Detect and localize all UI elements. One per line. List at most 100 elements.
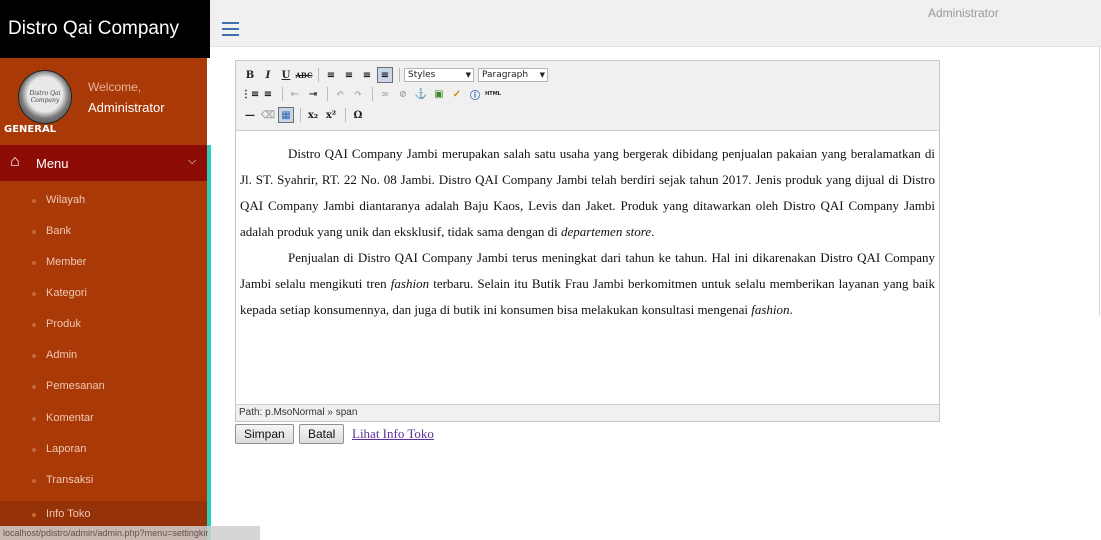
link-icon[interactable]: ∞ xyxy=(377,86,393,102)
home-icon: ⌂ xyxy=(10,153,20,170)
sidebar-item-info-toko[interactable]: Info Toko xyxy=(0,501,207,529)
status-bar-url: localhost/pdistro/admin/admin.php?menu=s… xyxy=(0,526,260,540)
sidebar-item-label: Produk xyxy=(46,318,81,330)
dropdown-arrow-icon: ▼ xyxy=(539,71,545,79)
toolbar-divider xyxy=(327,87,328,101)
avatar: Distro Qai Company xyxy=(18,70,72,124)
bullet-icon xyxy=(32,199,36,203)
toolbar-divider xyxy=(345,108,346,122)
rich-text-editor: B I U ABC ≡ ≡ ≡ ≡ Styles ▼ Paragraph ▼ ⋮≡ … xyxy=(235,60,940,422)
indent-icon[interactable]: ⇥ xyxy=(305,86,321,102)
image-icon[interactable]: ▣ xyxy=(431,86,447,102)
sidebar-item-bank[interactable]: Bank xyxy=(0,218,207,246)
anchor-icon[interactable]: ⚓ xyxy=(413,86,429,102)
align-left-icon[interactable]: ≡ xyxy=(323,67,339,83)
special-character-icon[interactable]: Ω xyxy=(350,107,366,123)
save-button[interactable]: Simpan xyxy=(235,424,294,444)
toolbar-divider xyxy=(300,108,301,122)
visual-aid-icon[interactable]: ▦ xyxy=(278,107,294,123)
bullet-list-icon[interactable]: ⋮≡ xyxy=(241,86,259,102)
sidebar-item-wilayah[interactable]: Wilayah xyxy=(0,187,207,215)
menu-toggle[interactable]: ⌂ Menu ⌵ xyxy=(0,145,207,181)
sidebar: Distro Qai Company Welcome, Administrato… xyxy=(0,58,207,540)
align-right-icon[interactable]: ≡ xyxy=(359,67,375,83)
toolbar-divider xyxy=(372,87,373,101)
underline-icon[interactable]: U xyxy=(278,67,294,83)
subscript-icon[interactable]: x₂ xyxy=(305,107,321,123)
bullet-icon xyxy=(32,292,36,296)
sidebar-item-label: Transaksi xyxy=(46,474,94,486)
sidebar-item-label: Admin xyxy=(46,349,78,361)
paragraph-1-end: . xyxy=(651,224,655,239)
paragraph-2-emphasis: fashion xyxy=(390,276,430,291)
top-bar: Administrator xyxy=(210,0,1101,47)
sidebar-item-label: Komentar xyxy=(46,412,94,424)
help-icon[interactable]: ⓘ xyxy=(467,86,483,102)
editor-content[interactable]: Distro QAI Company Jambi merupakan salah… xyxy=(240,141,935,323)
sidebar-item-produk[interactable]: Produk xyxy=(0,311,207,339)
sidebar-item-label: Member xyxy=(46,256,87,268)
outdent-icon[interactable]: ⇤ xyxy=(287,86,303,102)
sidebar-item-label: Bank xyxy=(46,225,72,237)
bullet-icon xyxy=(32,448,36,452)
bullet-icon xyxy=(32,417,36,421)
html-source-button[interactable]: HTML xyxy=(485,86,501,102)
menu-label: Menu xyxy=(36,156,69,171)
styles-select-value: Styles xyxy=(408,70,436,80)
sidebar-item-member[interactable]: Member xyxy=(0,249,207,277)
scrollbar[interactable] xyxy=(1099,46,1100,316)
paragraph-1: Distro QAI Company Jambi merupakan salah… xyxy=(240,141,935,245)
brand-title[interactable]: Distro Qai Company xyxy=(0,0,210,58)
avatar-logo-text: Distro Qai Company xyxy=(29,90,61,104)
chevron-down-icon: ⌵ xyxy=(188,155,197,167)
format-select[interactable]: Paragraph ▼ xyxy=(478,68,548,82)
section-label: GENERAL xyxy=(4,124,57,135)
align-center-icon[interactable]: ≡ xyxy=(341,67,357,83)
sidebar-item-pemesanan[interactable]: Pemesanan xyxy=(0,373,207,401)
sidebar-item-kategori[interactable]: Kategori xyxy=(0,280,207,308)
sidebar-item-komentar[interactable]: Komentar xyxy=(0,405,207,433)
format-select-value: Paragraph xyxy=(482,70,529,80)
paragraph-2: Penjualan di Distro QAI Company Jambi te… xyxy=(240,245,935,323)
bullet-icon xyxy=(32,513,36,517)
numbered-list-icon[interactable]: ≡ xyxy=(260,86,276,102)
sidebar-item-label: Kategori xyxy=(46,287,87,299)
sidebar-item-laporan[interactable]: Laporan xyxy=(0,436,207,464)
sidebar-item-label: Laporan xyxy=(46,443,87,455)
sidebar-item-transaksi[interactable]: Transaksi xyxy=(0,467,207,495)
align-justify-icon[interactable]: ≡ xyxy=(377,67,393,83)
bullet-icon xyxy=(32,323,36,327)
user-profile: Distro Qai Company Welcome, Administrato… xyxy=(0,58,207,144)
redo-icon[interactable]: ↷ xyxy=(350,86,366,102)
remove-format-icon[interactable]: ⌫ xyxy=(260,107,276,123)
user-menu[interactable]: Administrator xyxy=(928,6,999,20)
sidebar-item-label: Pemesanan xyxy=(46,380,105,392)
paragraph-2-end: . xyxy=(789,302,793,317)
unlink-icon[interactable]: ⊘ xyxy=(395,86,411,102)
dropdown-arrow-icon: ▼ xyxy=(465,71,471,79)
toolbar-divider xyxy=(399,68,400,82)
view-store-info-link[interactable]: Lihat Info Toko xyxy=(352,426,434,442)
horizontal-rule-icon[interactable]: — xyxy=(242,107,258,123)
sidebar-item-label: Wilayah xyxy=(46,194,86,206)
bullet-icon xyxy=(32,261,36,265)
sidebar-item-label: Info Toko xyxy=(46,508,91,520)
bullet-icon xyxy=(32,479,36,483)
superscript-icon[interactable]: x² xyxy=(323,107,339,123)
paragraph-2-emphasis-2: fashion xyxy=(751,302,790,317)
cancel-button[interactable]: Batal xyxy=(299,424,345,444)
italic-icon[interactable]: I xyxy=(260,67,276,83)
cleanup-icon[interactable]: ✓ xyxy=(449,86,465,102)
toolbar-divider xyxy=(282,87,283,101)
bullet-icon xyxy=(32,354,36,358)
hamburger-menu-icon[interactable] xyxy=(222,22,239,36)
undo-icon[interactable]: ↶ xyxy=(332,86,348,102)
strikethrough-icon[interactable]: ABC xyxy=(295,67,312,83)
styles-select[interactable]: Styles ▼ xyxy=(404,68,474,82)
bold-icon[interactable]: B xyxy=(242,67,258,83)
welcome-text: Welcome, xyxy=(88,80,142,94)
toolbar-divider xyxy=(318,68,319,82)
profile-name: Administrator xyxy=(88,100,165,115)
sidebar-item-admin[interactable]: Admin xyxy=(0,342,207,370)
editor-toolbar: B I U ABC ≡ ≡ ≡ ≡ Styles ▼ Paragraph ▼ ⋮≡ … xyxy=(236,61,939,131)
